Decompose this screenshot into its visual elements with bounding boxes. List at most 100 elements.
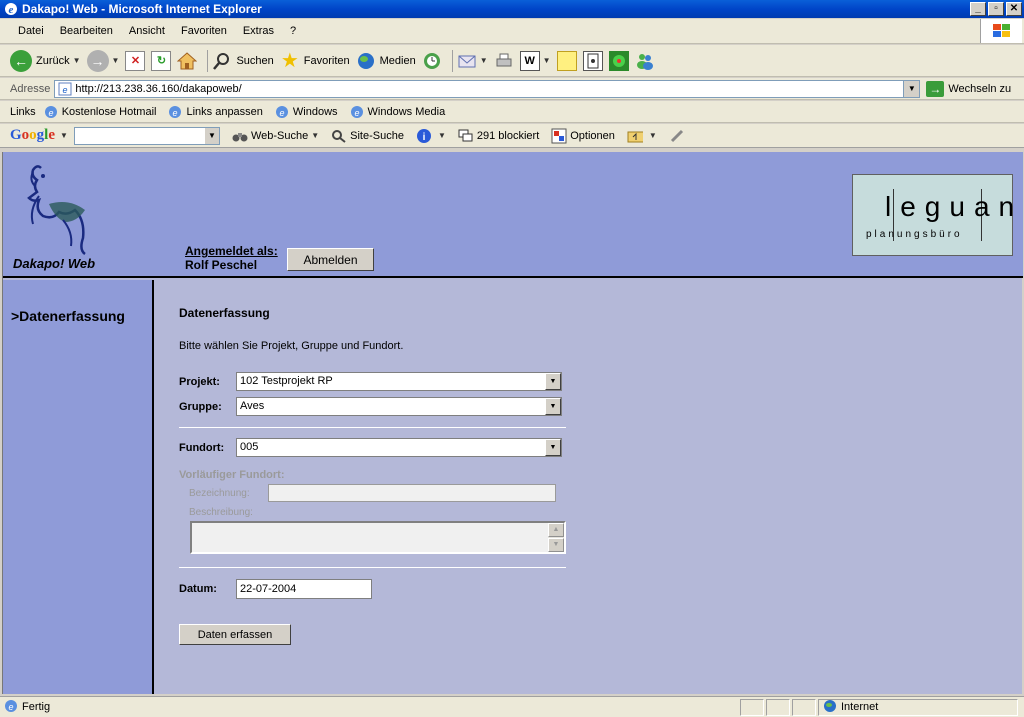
link-windows[interactable]: e Windows [275, 105, 338, 119]
chevron-down-icon[interactable]: ▼ [543, 56, 551, 65]
go-arrow-icon: → [926, 80, 945, 97]
fundort-select[interactable]: 005 ▼ [236, 438, 562, 457]
favorites-button[interactable]: ★ Favoriten [280, 48, 350, 74]
chevron-down-icon[interactable]: ▼ [112, 56, 120, 65]
edit-button[interactable]: W ▼ [519, 48, 551, 74]
chevron-down-icon[interactable]: ▼ [204, 127, 219, 144]
google-search-input[interactable]: ▼ [73, 126, 220, 145]
home-icon [177, 51, 198, 71]
chevron-down-icon[interactable]: ▼ [545, 439, 561, 456]
chevron-down-icon[interactable]: ▼ [903, 80, 920, 97]
menu-bearbeiten[interactable]: Bearbeiten [52, 25, 121, 37]
beschreibung-label: Beschreibung: [189, 507, 253, 518]
ie-page-icon: e [350, 105, 364, 119]
security-zone: Internet [818, 698, 1018, 716]
device-icon [582, 50, 603, 71]
close-button[interactable]: ✕ [1006, 2, 1022, 16]
links-bar: Links e Kostenlose Hotmail e Links anpas… [0, 101, 1024, 123]
link-windows-media[interactable]: e Windows Media [350, 105, 445, 119]
app-header: Dakapo! Web Angemeldet als: Rolf Peschel… [3, 152, 1023, 278]
search-button[interactable]: Suchen [212, 48, 274, 74]
link-label: Links anpassen [186, 105, 263, 118]
popup-blocker-icon [458, 128, 474, 144]
address-input[interactable]: e http://213.238.36.160/dakapoweb/ ▼ [54, 79, 921, 98]
options-button[interactable]: Optionen [551, 128, 615, 144]
site-search-button[interactable]: Site-Suche [331, 128, 404, 144]
app-name: Dakapo! Web [13, 256, 96, 271]
status-text: Fertig [22, 701, 51, 713]
bezeichnung-input[interactable] [268, 484, 556, 502]
chevron-down-icon[interactable]: ▼ [311, 131, 319, 140]
popup-blocker-button[interactable]: 291 blockiert [458, 128, 539, 144]
icq-button[interactable] [608, 48, 629, 74]
vorlaeufiger-fundort-label: Vorläufiger Fundort: [179, 469, 285, 481]
research-button[interactable] [582, 48, 603, 74]
chevron-down-icon[interactable]: ▼ [60, 131, 68, 140]
beschreibung-textarea[interactable]: ▲ ▼ [190, 521, 566, 554]
menu-datei[interactable]: Datei [10, 25, 52, 37]
sidebar-item-datenerfassung[interactable]: >Datenerfassung [11, 308, 125, 324]
stop-icon: ✕ [125, 50, 146, 71]
fundort-label: Fundort: [179, 442, 225, 454]
maximize-button[interactable]: ▫ [988, 2, 1004, 16]
chevron-down-icon[interactable]: ▼ [545, 398, 561, 415]
home-button[interactable] [177, 48, 198, 74]
link-hotmail[interactable]: e Kostenlose Hotmail [44, 105, 157, 119]
projekt-value: 102 Testprojekt RP [240, 375, 333, 387]
toolbar-separator [207, 49, 209, 72]
go-button[interactable]: → Wechseln zu [926, 80, 1011, 97]
google-logo[interactable]: Google [10, 127, 55, 144]
logout-button[interactable]: Abmelden [287, 248, 374, 271]
minimize-button[interactable]: _ [970, 2, 986, 16]
chevron-down-icon[interactable]: ▼ [73, 56, 81, 65]
folder-up-icon [627, 128, 643, 144]
scroll-up-icon[interactable]: ▲ [548, 523, 564, 537]
brand-sub-text: planungsbüro [866, 229, 963, 240]
site-search-label: Site-Suche [350, 129, 404, 142]
daten-erfassen-button[interactable]: Daten erfassen [179, 624, 291, 645]
link-customize[interactable]: e Links anpassen [168, 105, 263, 119]
print-button[interactable] [494, 48, 514, 74]
form-title: Datenerfassung [179, 306, 270, 320]
menu-help[interactable]: ? [282, 25, 304, 37]
info-button[interactable]: i ▼ [416, 128, 446, 144]
web-search-button[interactable]: Web-Suche ▼ [232, 128, 319, 144]
menu-favoriten[interactable]: Favoriten [173, 25, 235, 37]
chevron-down-icon[interactable]: ▼ [480, 56, 488, 65]
chevron-down-icon[interactable]: ▼ [649, 131, 657, 140]
note-icon [556, 50, 577, 71]
gruppe-select[interactable]: Aves ▼ [236, 397, 562, 416]
svg-text:e: e [8, 702, 13, 712]
ie-icon: e [4, 2, 18, 16]
forward-button[interactable]: → ▼ [86, 48, 120, 74]
mail-button[interactable]: ▼ [457, 48, 488, 74]
chevron-down-icon[interactable]: ▼ [438, 131, 446, 140]
scroll-down-icon[interactable]: ▼ [548, 538, 564, 552]
back-button[interactable]: ← Zurück ▼ [10, 48, 81, 74]
google-toolbar: Google ▼ ▼ Web-Suche ▼ Site-Suche i ▼ 29… [0, 124, 1024, 148]
standard-toolbar: ← Zurück ▼ → ▼ ✕ ↻ Suchen ★ Favoriten Me… [0, 45, 1024, 77]
messenger-button[interactable] [635, 48, 655, 74]
chevron-down-icon[interactable]: ▼ [545, 373, 561, 390]
form-instruction: Bitte wählen Sie Projekt, Gruppe und Fun… [179, 340, 404, 352]
datum-input[interactable]: 22-07-2004 [236, 579, 372, 599]
media-button[interactable]: Medien [356, 48, 416, 74]
refresh-button[interactable]: ↻ [151, 48, 172, 74]
gruppe-value: Aves [240, 400, 265, 412]
highlight-button[interactable] [669, 128, 688, 144]
bezeichnung-label: Bezeichnung: [189, 488, 250, 499]
history-button[interactable] [422, 48, 442, 74]
up-folder-button[interactable]: ▼ [627, 128, 657, 144]
stop-button[interactable]: ✕ [125, 48, 146, 74]
projekt-select[interactable]: 102 Testprojekt RP ▼ [236, 372, 562, 391]
media-label: Medien [379, 54, 416, 67]
menu-ansicht[interactable]: Ansicht [121, 25, 173, 37]
discuss-button[interactable] [556, 48, 577, 74]
login-label[interactable]: Angemeldet als: [185, 244, 278, 258]
textarea-scrollbar[interactable]: ▲ ▼ [548, 523, 564, 552]
brand-logo: leguan planungsbüro [852, 174, 1014, 256]
menu-extras[interactable]: Extras [235, 25, 282, 37]
binoculars-icon [232, 128, 248, 144]
status-cell [766, 698, 790, 716]
link-label: Kostenlose Hotmail [61, 105, 157, 118]
